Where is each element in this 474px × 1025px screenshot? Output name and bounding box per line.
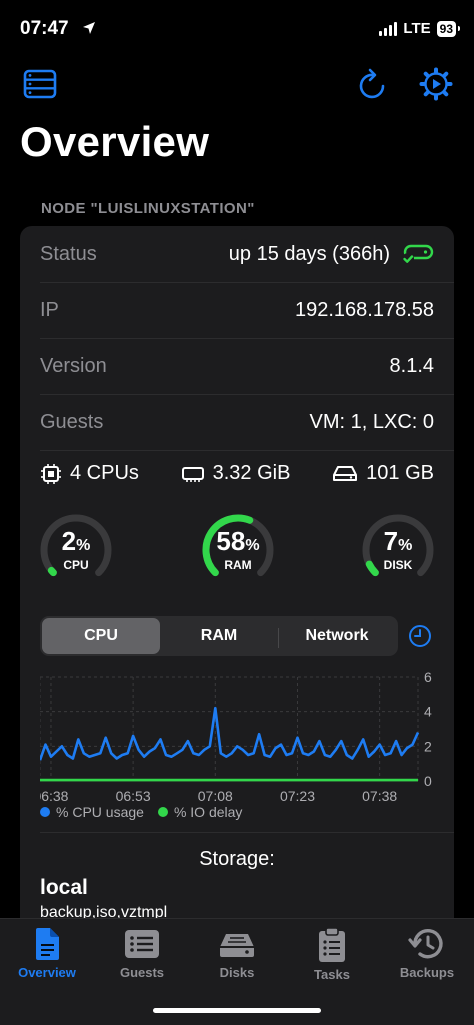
chart-xtick-label: 07:23: [280, 788, 315, 804]
network-type: LTE: [403, 20, 431, 37]
tab-disks-label: Disks: [219, 965, 255, 980]
storage-title: Storage:: [199, 848, 275, 870]
cpu-spec: 4 CPUs: [40, 462, 139, 485]
ram-gauge-label: RAM: [224, 558, 252, 572]
guests-row: Guests VM: 1, LXC: 0: [20, 394, 454, 450]
server-online-icon: [402, 244, 434, 265]
status-value: up 15 days (366h): [228, 242, 390, 265]
memory-chip-icon: [181, 466, 204, 482]
document-icon: [36, 928, 59, 960]
node-section-header: NODE "LUISLINUXSTATION": [41, 200, 255, 217]
tab-guests[interactable]: Guests: [95, 927, 189, 991]
tab-overview[interactable]: Overview: [0, 927, 94, 991]
status-label: Status: [40, 242, 97, 265]
disk-gauge-value: 7%: [383, 526, 413, 556]
segment-network[interactable]: Network: [278, 618, 396, 654]
location-arrow-icon: [83, 22, 95, 34]
drive-icon: [333, 465, 358, 481]
cpu-count: 4 CPUs: [70, 462, 139, 484]
chart-xtick-label: 07:38: [362, 788, 397, 804]
legend-cpu-label: % CPU usage: [56, 804, 144, 820]
status-time: 07:47: [20, 18, 69, 39]
tab-disks[interactable]: Disks: [190, 927, 284, 991]
disk-gauge: 7% DISK: [360, 514, 436, 586]
storage-name: local: [40, 876, 88, 899]
chart-ytick-label: 4: [424, 704, 432, 720]
status-row: Status up 15 days (366h): [20, 226, 454, 282]
usage-gauges: 2% CPU 58% RAM 7% DISK: [38, 514, 438, 586]
version-row: Version 8.1.4: [20, 338, 454, 394]
page-title: Overview: [20, 118, 210, 165]
gear-play-icon[interactable]: [418, 66, 454, 102]
ip-label: IP: [40, 298, 59, 321]
version-value: 8.1.4: [389, 354, 434, 377]
ip-value: 192.168.178.58: [294, 298, 434, 321]
chart-xtick-label: 06:53: [116, 788, 151, 804]
clock-icon[interactable]: [408, 624, 432, 648]
hardware-specs: 4 CPUs 3.32 GiB 101 GB: [40, 462, 434, 485]
disk-total: 101 GB: [366, 462, 434, 484]
tab-tasks[interactable]: Tasks: [285, 927, 379, 991]
disk-gauge-label: DISK: [383, 558, 413, 572]
clipboard-icon: [319, 927, 345, 962]
status-right: LTE 93: [379, 20, 461, 37]
tab-backups-label: Backups: [399, 965, 455, 980]
guests-label: Guests: [40, 410, 104, 433]
ip-row: IP 192.168.178.58: [20, 282, 454, 338]
legend-io-dot: [157, 807, 168, 817]
tab-overview-label: Overview: [18, 965, 76, 980]
chart-legend: % CPU usage % IO delay: [40, 804, 242, 820]
signal-icon: [379, 21, 398, 36]
cpu-gauge: 2% CPU: [38, 514, 114, 586]
backup-clock-icon: [408, 929, 443, 959]
segment-ram[interactable]: RAM: [160, 618, 278, 654]
server-list-icon[interactable]: [22, 66, 58, 102]
chart-ytick-label: 2: [424, 738, 432, 754]
cpu-gauge-label: CPU: [63, 558, 89, 572]
legend-cpu-usage: % CPU usage: [40, 804, 144, 820]
chart-ytick-label: 0: [424, 773, 432, 789]
ram-spec: 3.32 GiB: [181, 462, 291, 485]
chart-xtick-label: 06:38: [40, 788, 69, 804]
chart-xtick-label: 07:08: [198, 788, 233, 804]
list-icon: [125, 930, 159, 958]
refresh-icon[interactable]: [355, 66, 391, 102]
ram-gauge: 58% RAM: [200, 514, 276, 586]
tab-guests-label: Guests: [119, 965, 165, 980]
cpu-usage-series-line: [40, 706, 420, 761]
home-indicator: [153, 1008, 321, 1013]
tab-backups[interactable]: Backups: [380, 927, 474, 991]
battery-icon: 93: [436, 20, 461, 37]
status-bar: 07:47 LTE 93: [0, 0, 474, 60]
legend-io-delay: % IO delay: [157, 804, 243, 820]
node-card: Status up 15 days (366h) IP 192.168.178.…: [20, 226, 454, 946]
tab-tasks-label: Tasks: [314, 967, 350, 982]
guests-value: VM: 1, LXC: 0: [309, 410, 435, 433]
cpu-chip-icon: [41, 463, 61, 484]
metric-segmented-control: CPU RAM Network: [40, 616, 398, 656]
disk-spec: 101 GB: [332, 462, 434, 485]
chart-ytick-label: 6: [424, 671, 432, 685]
disk-icon: [220, 934, 254, 957]
ram-total: 3.32 GiB: [212, 462, 291, 484]
legend-cpu-dot: [40, 807, 50, 817]
version-label: Version: [40, 354, 107, 377]
cpu-gauge-value: 2%: [61, 526, 91, 556]
segment-cpu[interactable]: CPU: [42, 618, 160, 654]
ram-gauge-value: 58%: [216, 526, 260, 556]
legend-io-label: % IO delay: [173, 804, 243, 820]
